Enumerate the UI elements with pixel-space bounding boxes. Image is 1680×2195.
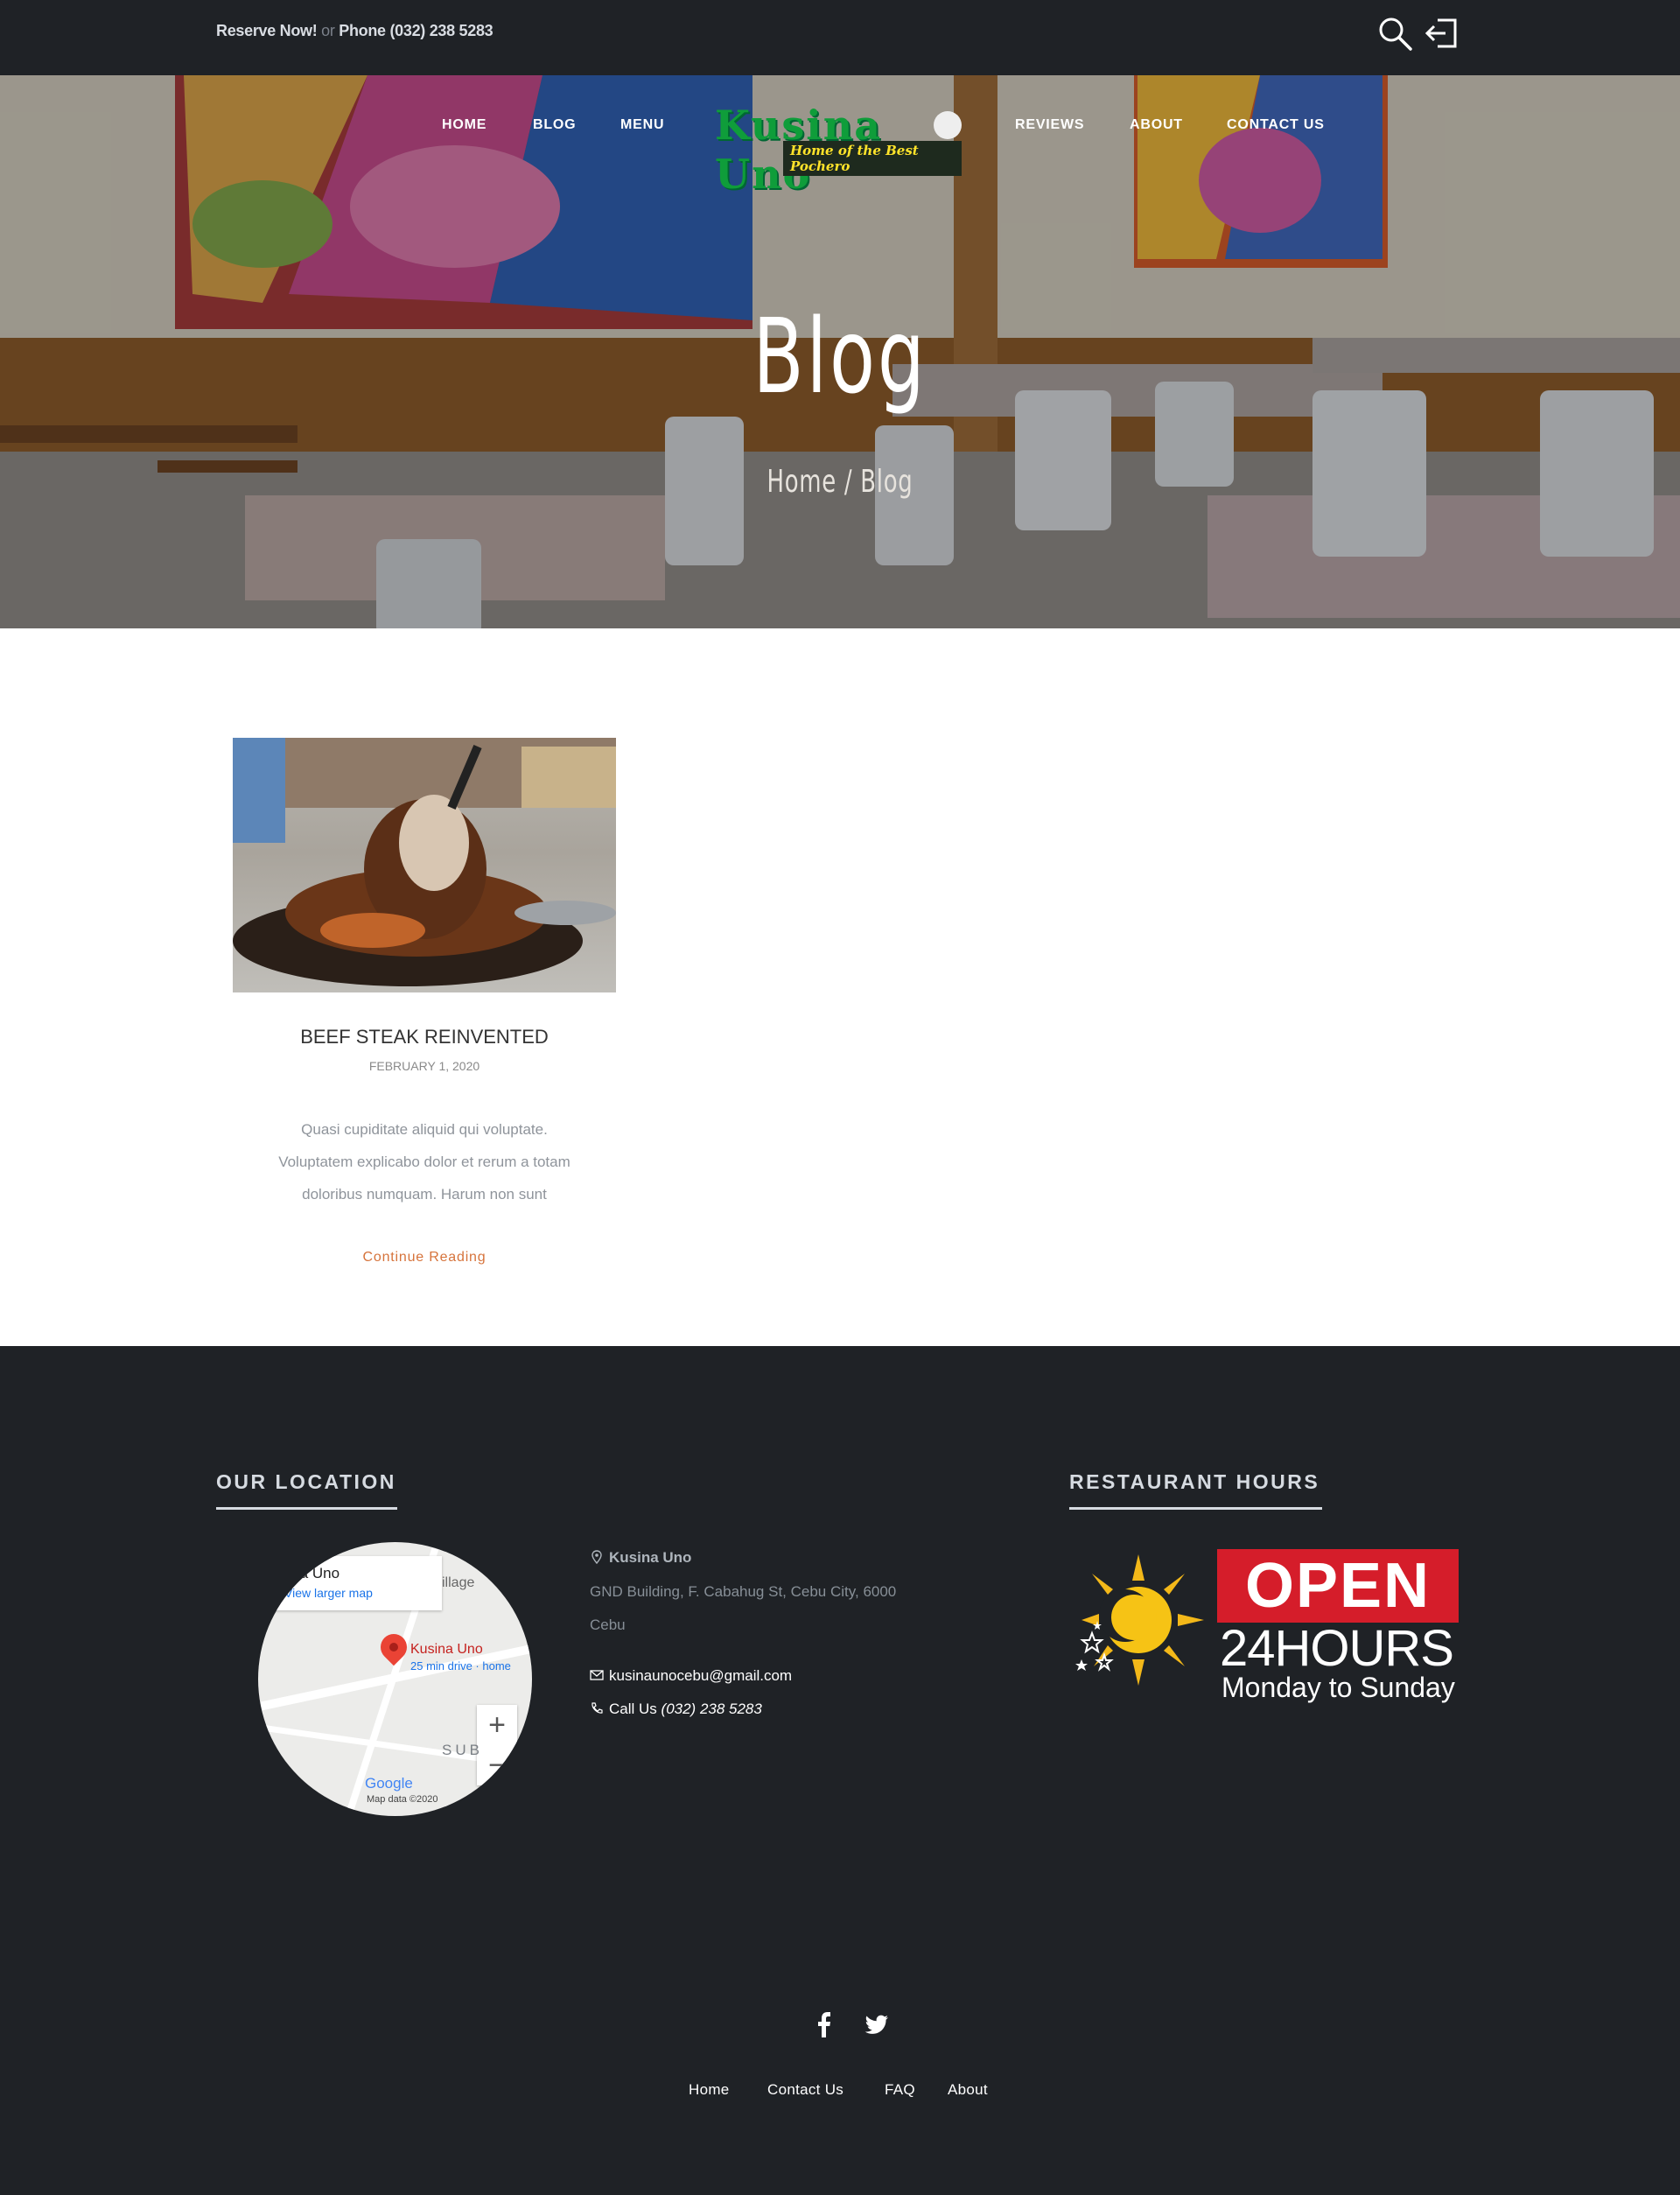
address-line-2: Cebu — [590, 1616, 626, 1633]
twitter-icon[interactable] — [863, 2009, 889, 2039]
logo-tagline: Home of the Best Pochero — [783, 141, 962, 176]
zoom-in-icon[interactable]: + — [477, 1705, 517, 1745]
location-map[interactable]: sina Uno View larger map illage Kusina U… — [258, 1542, 532, 1816]
post-date: FEBRUARY 1, 2020 — [368, 1059, 480, 1073]
nav-about[interactable]: ABOUT — [1130, 117, 1183, 133]
site-logo[interactable]: Kusina Uno Home of the Best Pochero — [715, 101, 962, 198]
post-excerpt: Quasi cupiditate aliquid qui voluptate. … — [278, 1121, 570, 1203]
address-name: Kusina Uno — [590, 1549, 691, 1567]
post-title[interactable]: BEEF STEAK REINVENTED — [233, 1026, 616, 1048]
google-logo: Google — [365, 1775, 413, 1792]
map-area-label: SUB — [442, 1742, 483, 1758]
email-row[interactable]: kusinaunocebu@gmail.com — [590, 1667, 792, 1685]
continue-reading-link[interactable]: Continue Reading — [233, 1250, 616, 1266]
phone-icon — [592, 1702, 603, 1714]
view-larger-map-link[interactable]: View larger map — [284, 1586, 373, 1600]
beef-steak-image — [233, 738, 616, 986]
search-icon[interactable] — [1376, 15, 1413, 52]
address-line-1: GND Building, F. Cabahug St, Cebu City, … — [590, 1583, 897, 1600]
hours-underline — [1069, 1507, 1322, 1510]
call-row[interactable]: Call Us (032) 238 5283 — [590, 1701, 762, 1718]
days-open-text: Monday to Sunday — [1222, 1672, 1455, 1703]
sun-moon-icon — [1073, 1554, 1204, 1686]
nav-reviews[interactable]: REVIEWS — [1015, 117, 1084, 133]
nav-home[interactable]: HOME — [442, 117, 486, 133]
or-text: or — [321, 22, 335, 39]
call-phone-number[interactable]: (032) 238 5283 — [662, 1701, 762, 1717]
location-underline — [216, 1507, 397, 1510]
envelope-icon — [590, 1670, 604, 1680]
map-info-card: sina Uno View larger map — [258, 1556, 442, 1610]
map-pin-sublabel: 25 min drive · home — [410, 1659, 511, 1673]
nav-blog[interactable]: BLOG — [533, 117, 576, 133]
footer-link-home[interactable]: Home — [689, 2081, 730, 2099]
breadcrumb[interactable]: Home / Blog — [235, 464, 1445, 500]
email-text[interactable]: kusinaunocebu@gmail.com — [609, 1667, 792, 1684]
map-village-label: illage — [442, 1575, 475, 1590]
hero-banner: HOME BLOG MENU Kusina Uno Home of the Be… — [0, 75, 1680, 628]
facebook-icon[interactable] — [811, 2009, 837, 2039]
reserve-now-text[interactable]: Reserve Now! — [216, 22, 318, 39]
reserve-contact: Reserve Now! or Phone (032) 238 5283 — [216, 22, 494, 40]
footer-link-contact-us[interactable]: Contact Us — [767, 2081, 844, 2099]
map-data-credit: Map data ©2020 — [367, 1794, 438, 1805]
logo-plate-icon — [934, 111, 962, 139]
map-pin-label: Kusina Uno — [410, 1642, 483, 1657]
phone-text[interactable]: Phone (032) 238 5283 — [339, 22, 493, 39]
our-location-heading: OUR LOCATION — [216, 1470, 396, 1493]
nav-contact-us[interactable]: CONTACT US — [1227, 117, 1325, 133]
nav-menu[interactable]: MENU — [620, 117, 664, 133]
footer-link-faq[interactable]: FAQ — [885, 2081, 915, 2099]
open-badge: OPEN — [1217, 1549, 1459, 1623]
call-us-text: Call Us — [609, 1701, 657, 1717]
post-thumbnail[interactable] — [233, 738, 616, 992]
top-bar: Reserve Now! or Phone (032) 238 5283 — [0, 0, 1680, 75]
page-title: Blog — [752, 296, 928, 417]
map-place-name: sina Uno — [281, 1565, 340, 1581]
hours-24-text: 24HOURS — [1220, 1620, 1454, 1677]
address-name-text: Kusina Uno — [609, 1549, 692, 1566]
restaurant-hours-heading: RESTAURANT HOURS — [1069, 1470, 1320, 1493]
footer-link-about[interactable]: About — [948, 2081, 988, 2099]
location-pin-icon — [592, 1550, 602, 1565]
login-icon[interactable] — [1424, 15, 1460, 52]
